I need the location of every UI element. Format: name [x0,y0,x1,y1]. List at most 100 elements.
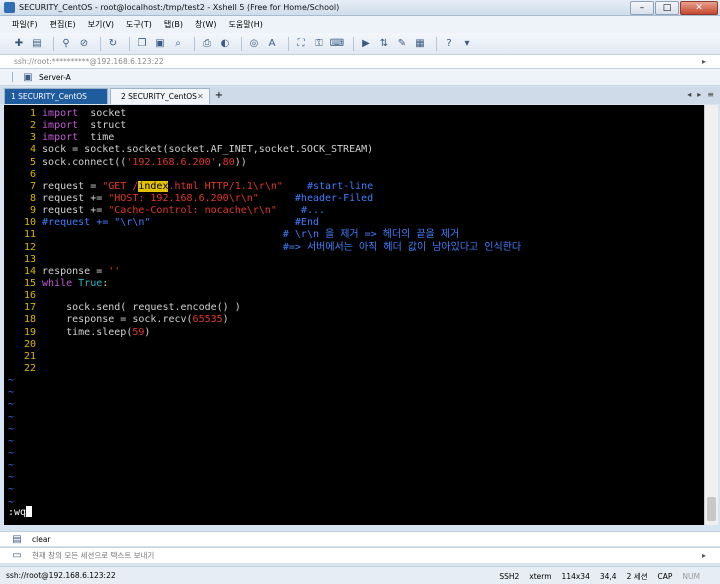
line-number: 19 [23,326,36,338]
disconnect-icon[interactable]: ⊘ [77,37,91,51]
find-icon[interactable]: ⌕ [171,37,185,51]
code-line: 4 sock = socket.socket(socket.AF_INET,so… [4,144,704,156]
code-line: 17 sock.send( request.encode() ) [4,302,704,314]
add-tab-button[interactable]: + [212,89,226,103]
toolbar-separator [194,36,195,51]
tab-session-1[interactable]: 1 SECURITY_CentOS [4,88,108,104]
open-folder-icon[interactable]: ▤ [30,37,44,51]
code-token: sock.connect(( [42,156,127,168]
compose-icon[interactable]: ✎ [395,37,409,51]
links-bar: ▣ Server-A [0,69,720,86]
text-cursor [26,505,33,517]
menu-window[interactable]: 창(W) [195,19,217,30]
code-line: 22 [4,363,704,375]
code-token: 59 [132,326,145,338]
chevron-right-icon[interactable]: ▸ [697,90,701,99]
menu-file[interactable]: 파일(F) [12,19,38,30]
lock-icon[interactable]: ⚿ [312,37,326,51]
toolbar: ✚ ▤ ⚲ ⊘ ↻ ❐ ▣ ⌕ ⎙ ◐ ◎ A ⛶ ⚿ ⌨ ▶ ⇅ ✎ ▦ ? … [0,33,720,55]
menu-edit[interactable]: 편집(E) [50,19,76,30]
close-button[interactable]: ✕ [680,1,718,15]
script-icon[interactable]: ▶ [359,37,373,51]
status-terminal-type: xterm [529,572,552,581]
terminal-area[interactable]: 1 import socket 2 import struct 3 import t… [4,105,704,525]
scrollbar-thumb[interactable] [707,497,716,521]
menu-tools[interactable]: 도구(T) [126,19,152,30]
code-line: 5 sock.connect(('192.168.6.200',80)) [4,157,704,169]
code-token: index [138,180,169,192]
empty-line-marker: ~ [8,484,15,496]
chevron-left-icon[interactable]: ◂ [687,90,691,99]
layout-icon[interactable]: ▦ [413,37,427,51]
address-bar[interactable]: ssh://root:**********@192.168.6.123:22 ▸ [0,55,720,69]
chevron-right-icon[interactable]: ▸ [702,57,706,66]
toolbar-separator [353,36,354,51]
code-token: socket [78,108,127,119]
transfer-icon[interactable]: ⇅ [377,37,391,51]
line-number: 18 [23,314,36,326]
link-server-a[interactable]: Server-A [39,73,71,82]
new-session-icon[interactable]: ✚ [12,37,26,51]
print-icon[interactable]: ⎙ [200,37,214,51]
connect-icon[interactable]: ⚲ [59,37,73,51]
reconnect-icon[interactable]: ↻ [106,37,120,51]
code-line: 6 [4,169,704,181]
code-line: 9 request += "Cache-Control: nocache\r\n… [4,205,704,217]
status-size: 114x34 [561,572,590,581]
code-token: "GET / [102,180,139,192]
quick-command-bar: ▤ clear [0,531,720,546]
code-token: #End [294,217,319,229]
line-number: 11 [23,229,36,241]
font-icon[interactable]: A [265,37,279,51]
options-icon[interactable]: ▾ [460,37,474,51]
code-line: 19 time.sleep(59) [4,327,704,339]
code-token: import [42,120,79,132]
quick-command-clear[interactable]: clear [32,535,51,544]
code-token: # \r\n 을 제거 => 헤더의 끝을 제거 [282,229,460,241]
maximize-button[interactable]: □ [655,1,679,15]
color-scheme-icon[interactable]: ◐ [218,37,232,51]
keyboard-icon[interactable]: ⌨ [330,37,344,51]
code-token: #request += "\r\n" [42,217,151,229]
globe-icon[interactable]: ◎ [247,37,261,51]
menu-help[interactable]: 도움말(H) [229,19,263,30]
fullscreen-icon[interactable]: ⛶ [294,37,308,51]
code-token: "Cache-Control: nocache\r\n" [108,205,277,217]
broadcast-icon[interactable]: ▭ [10,549,24,563]
empty-line-marker: ~ [8,411,15,423]
code-line: 20 [4,339,704,351]
line-number: 12 [23,241,36,253]
code-token: sock = socket.socket(socket.AF_INET,sock… [42,144,374,156]
tab-menu-icon[interactable]: ≡ [707,90,714,99]
send-to-all-input[interactable] [32,551,532,560]
minimize-button[interactable]: – [630,1,654,15]
title-bar: SECURITY_CentOS - root@localhost:/tmp/te… [0,0,720,16]
menu-tab[interactable]: 탭(B) [164,19,183,30]
line-number: 1 [29,108,36,119]
chevron-right-icon[interactable]: ▸ [702,551,706,560]
line-number: 20 [23,338,36,350]
status-indicators: SSH2 xterm 114x34 34,4 2 세션 CAP NUM [499,571,700,582]
server-icon: ▣ [23,71,33,83]
code-line: 15 while True: [4,278,704,290]
line-number: 7 [29,180,36,192]
close-tab-icon[interactable]: ✕ [197,92,204,101]
menu-view[interactable]: 보기(V) [88,19,114,30]
vim-command-line[interactable]: :wq [8,505,33,519]
tab-session-2[interactable]: 2 SECURITY_CentOS ✕ [110,88,210,104]
empty-line-marker: ~ [8,387,15,399]
code-token: struct [78,120,127,132]
help-icon[interactable]: ? [442,37,456,51]
terminal-scrollbar[interactable] [704,105,718,525]
toolbar-separator [241,36,242,51]
copy-icon[interactable]: ❐ [135,37,149,51]
address-value[interactable]: ssh://root:**********@192.168.6.123:22 [14,57,164,66]
code-line: 7 request = "GET /index.html HTTP/1.1\r\… [4,180,704,193]
code-line: 12 #=> 서버에서는 아직 헤더 값이 남아있다고 인식한다 [4,242,704,254]
code-line: 10 #request += "\r\n" #End [4,217,704,229]
paste-icon[interactable]: ▣ [153,37,167,51]
